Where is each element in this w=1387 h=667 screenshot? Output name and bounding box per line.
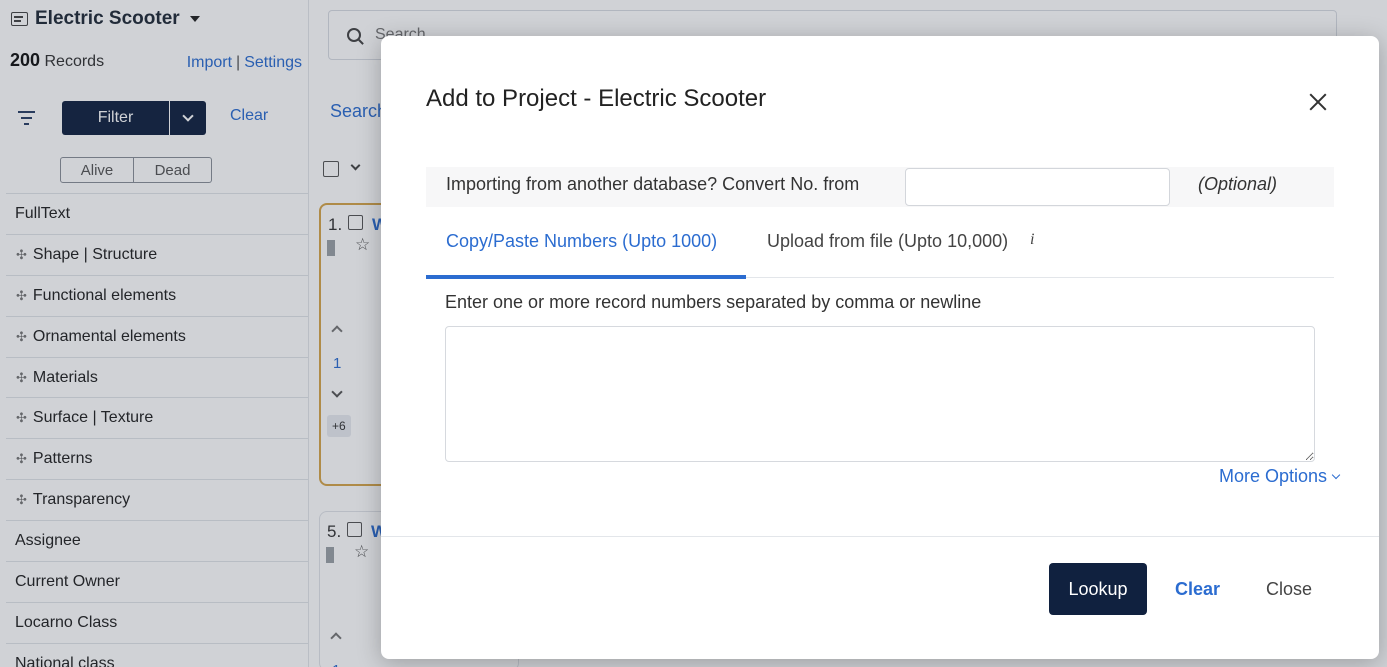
chevron-down-icon [1331, 470, 1341, 480]
more-options-label: More Options [1219, 466, 1328, 486]
app-root: Electric Scooter 200 Records Import | Sett… [0, 0, 1387, 667]
dialog-footer: Lookup Clear Close [381, 536, 1379, 659]
more-options-link[interactable]: More Options [1219, 466, 1341, 487]
convert-database-input[interactable] [905, 168, 1170, 206]
lookup-button[interactable]: Lookup [1049, 563, 1147, 615]
dialog-title: Add to Project - Electric Scooter [426, 85, 767, 112]
active-tab-indicator [426, 275, 746, 279]
info-icon[interactable]: i [1030, 231, 1034, 249]
close-button[interactable]: Close [1266, 579, 1312, 600]
optional-label: (Optional) [1198, 174, 1278, 194]
record-numbers-textarea[interactable] [445, 326, 1315, 462]
numbers-hint: Enter one or more record numbers separat… [445, 292, 982, 312]
close-icon[interactable] [1309, 93, 1327, 111]
convert-row: Importing from another database? Convert… [426, 167, 1334, 207]
tab-copy-paste[interactable]: Copy/Paste Numbers (Upto 1000) [446, 231, 717, 252]
clear-button[interactable]: Clear [1175, 579, 1220, 600]
add-to-project-dialog: Add to Project - Electric Scooter Import… [381, 36, 1379, 659]
tab-upload-file[interactable]: Upload from file (Upto 10,000) [767, 231, 1008, 252]
import-tabs: Copy/Paste Numbers (Upto 1000) Upload fr… [426, 214, 1334, 279]
convert-label: Importing from another database? Convert… [446, 174, 860, 194]
